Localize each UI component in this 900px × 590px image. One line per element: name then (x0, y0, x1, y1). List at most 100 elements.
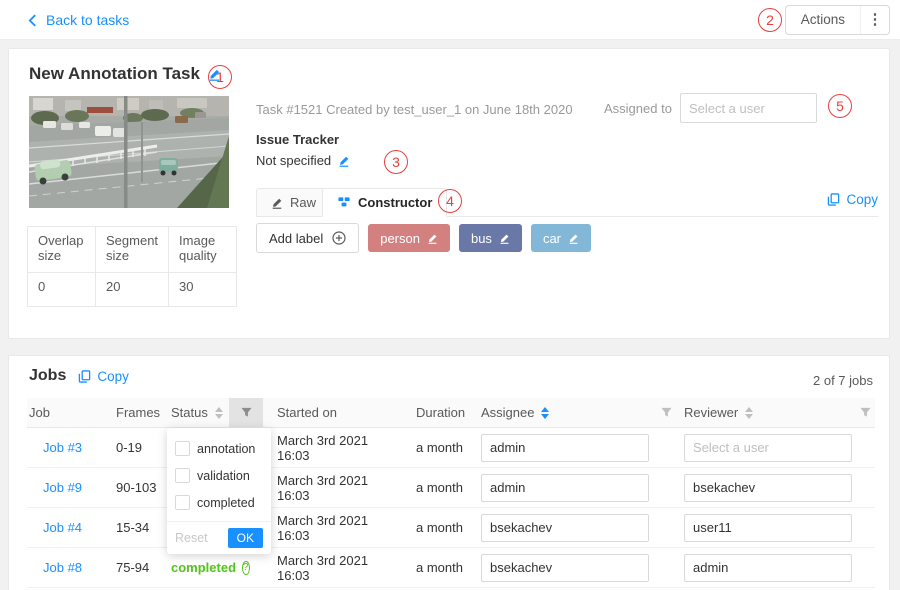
labels-row: Add label person bus car (256, 223, 591, 253)
copy-labels-label: Copy (846, 192, 878, 207)
table-row: Job #3 0-19 March 3rd 2021 16:03 a month (27, 428, 875, 468)
annotation-circle-5: 5 (828, 94, 852, 118)
assignee-sorter-icon[interactable] (541, 407, 549, 419)
reviewer-sorter-icon[interactable] (745, 407, 753, 419)
status-sorter-icon[interactable] (215, 407, 223, 419)
col-job: Job (27, 398, 114, 427)
add-label-button[interactable]: Add label (256, 223, 359, 253)
label-chip-bus-name: bus (471, 231, 492, 246)
duration-cell: a month (403, 560, 471, 575)
started-cell: March 3rd 2021 16:03 (263, 433, 403, 463)
param-header-segment: Segment size (96, 227, 169, 273)
started-cell: March 3rd 2021 16:03 (263, 513, 403, 543)
checkbox-annotation[interactable] (175, 441, 190, 456)
edit-label-car-icon[interactable] (568, 233, 579, 244)
status-completed-text: completed (171, 560, 236, 575)
label-chip-person[interactable]: person (368, 224, 450, 252)
copy-labels-button[interactable]: Copy (827, 192, 878, 207)
plus-circle-icon (332, 231, 346, 245)
col-status[interactable]: Status (169, 398, 229, 427)
jobs-card: Jobs Copy 2 of 7 jobs Job Frames Status (8, 355, 890, 590)
issue-tracker-value-row: Not specified (256, 153, 350, 168)
edit-label-bus-icon[interactable] (499, 233, 510, 244)
add-label-text: Add label (269, 231, 323, 246)
status-filter-dropdown: annotation validation completed Reset OK (167, 428, 271, 554)
task-page: Back to tasks Actions ⋮ New Annotation T… (0, 0, 900, 590)
filter-reset-button[interactable]: Reset (175, 531, 208, 545)
actions-button[interactable]: Actions ⋮ (785, 5, 890, 35)
reviewer-filter-icon[interactable] (856, 398, 875, 427)
frames-cell: 90-103 (114, 480, 169, 495)
frames-cell: 15-34 (114, 520, 169, 535)
label-chip-car[interactable]: car (531, 224, 591, 252)
table-row: Job #4 15-34 March 3rd 2021 16:03 a mont… (27, 508, 875, 548)
reviewer-input[interactable] (684, 474, 852, 502)
reviewer-input[interactable] (684, 554, 852, 582)
filter-option-annotation-label: annotation (197, 442, 255, 456)
assigned-to-group: Assigned to (604, 93, 817, 123)
labels-tabbar: Raw Constructor Copy (256, 188, 878, 217)
filter-option-completed-label: completed (197, 496, 255, 510)
tab-constructor-label: Constructor (358, 195, 432, 210)
duration-cell: a month (403, 440, 471, 455)
assignee-input[interactable] (481, 474, 649, 502)
label-chip-car-name: car (543, 231, 561, 246)
tab-constructor[interactable]: Constructor (322, 188, 447, 217)
label-chip-bus[interactable]: bus (459, 224, 522, 252)
assignee-filter-icon[interactable] (656, 398, 676, 427)
param-value-quality: 30 (169, 273, 237, 307)
question-circle-icon[interactable]: ? (242, 561, 250, 575)
task-assignee-input[interactable] (680, 93, 817, 123)
checkbox-validation[interactable] (175, 468, 190, 483)
assignee-input[interactable] (481, 514, 649, 542)
param-value-overlap: 0 (28, 273, 96, 307)
col-frames: Frames (114, 398, 169, 427)
col-duration: Duration (403, 398, 471, 427)
job-link[interactable]: Job #4 (43, 520, 82, 535)
edit-issue-tracker-icon[interactable] (338, 155, 350, 167)
job-link[interactable]: Job #9 (43, 480, 82, 495)
col-reviewer[interactable]: Reviewer (676, 398, 856, 427)
job-link[interactable]: Job #8 (43, 560, 82, 575)
checkbox-completed[interactable] (175, 495, 190, 510)
col-assignee[interactable]: Assignee (471, 398, 656, 427)
reviewer-input[interactable] (684, 514, 852, 542)
actions-label[interactable]: Actions (786, 6, 861, 34)
frames-cell: 0-19 (114, 440, 169, 455)
jobs-table-header: Job Frames Status Started on Duration As… (27, 398, 875, 428)
copy-jobs-button[interactable]: Copy (78, 369, 129, 384)
started-cell: March 3rd 2021 16:03 (263, 473, 403, 503)
kebab-menu-icon[interactable]: ⋮ (861, 6, 889, 34)
annotation-circle-2: 2 (758, 8, 782, 32)
raw-edit-icon (271, 197, 283, 209)
jobs-header: Jobs Copy (29, 367, 129, 385)
started-cell: March 3rd 2021 16:03 (263, 553, 403, 583)
annotation-circle-1: 1 (208, 65, 232, 89)
copy-icon (827, 193, 840, 206)
annotation-circle-4: 4 (438, 189, 462, 213)
task-parameters-table: Overlap size Segment size Image quality … (27, 226, 237, 307)
job-link[interactable]: Job #3 (43, 440, 82, 455)
frames-cell: 75-94 (114, 560, 169, 575)
jobs-table: Job Frames Status Started on Duration As… (27, 398, 875, 588)
label-chip-person-name: person (380, 231, 420, 246)
tab-raw-label: Raw (290, 195, 316, 210)
table-row: Job #9 90-103 March 3rd 2021 16:03 a mon… (27, 468, 875, 508)
status-filter-icon[interactable] (229, 398, 263, 427)
filter-footer: Reset OK (167, 521, 271, 554)
annotation-circle-3: 3 (384, 150, 408, 174)
assignee-input[interactable] (481, 434, 649, 462)
param-value-segment: 20 (96, 273, 169, 307)
param-header-quality: Image quality (169, 227, 237, 273)
filter-option-completed[interactable]: completed (167, 489, 271, 516)
tab-raw[interactable]: Raw (256, 188, 331, 217)
reviewer-input[interactable] (684, 434, 852, 462)
back-to-tasks-link[interactable]: Back to tasks (28, 0, 129, 40)
assignee-input[interactable] (481, 554, 649, 582)
duration-cell: a month (403, 480, 471, 495)
filter-option-validation[interactable]: validation (167, 462, 271, 489)
task-meta: Task #1521 Created by test_user_1 on Jun… (256, 102, 573, 117)
edit-label-person-icon[interactable] (427, 233, 438, 244)
filter-option-annotation[interactable]: annotation (167, 435, 271, 462)
filter-ok-button[interactable]: OK (228, 528, 263, 548)
